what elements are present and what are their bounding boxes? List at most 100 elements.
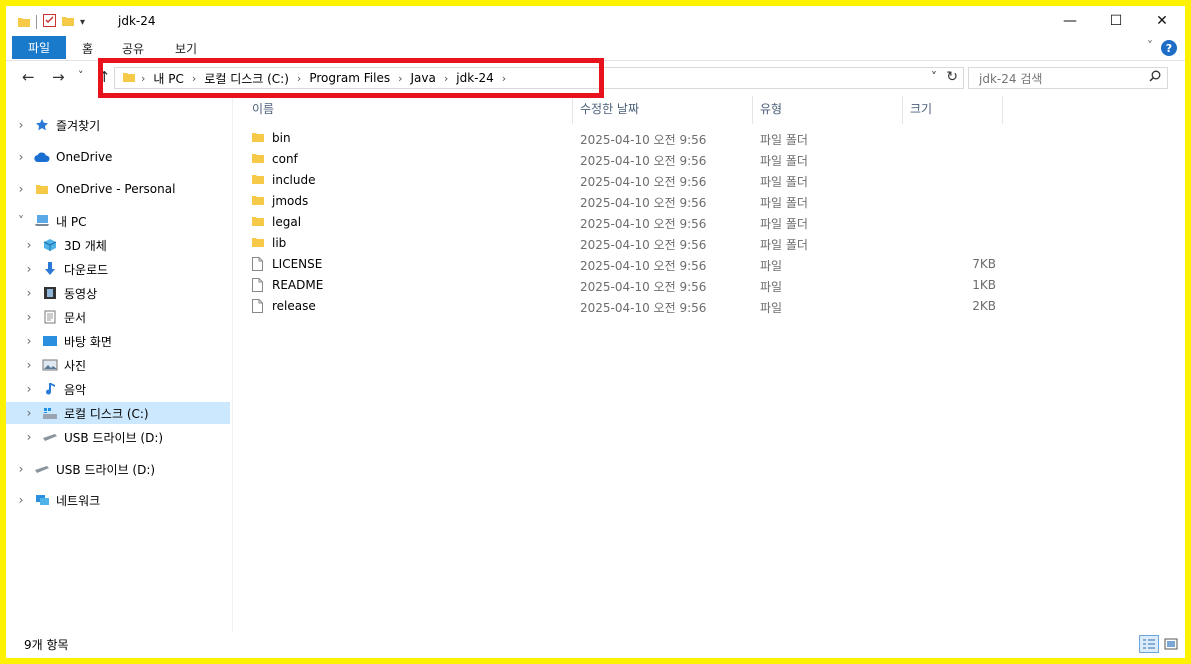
sidebar-item-videos[interactable]: › 동영상 <box>6 282 230 304</box>
file-date: 2025-04-10 오전 9:56 <box>580 133 707 147</box>
refresh-icon[interactable]: ↻ <box>946 69 958 85</box>
file-row[interactable]: lib 2025-04-10 오전 9:56 파일 폴더 <box>246 233 1006 254</box>
column-header-type[interactable]: 유형 <box>760 100 782 117</box>
sidebar-item-downloads[interactable]: › 다운로드 <box>6 258 230 280</box>
music-icon <box>42 381 58 397</box>
column-divider[interactable] <box>902 96 903 124</box>
forward-button[interactable]: → <box>52 68 65 86</box>
minimize-button[interactable]: — <box>1047 6 1093 36</box>
sidebar-item-pictures[interactable]: › 사진 <box>6 354 230 376</box>
title-bar: ▾ jdk-24 — ☐ ✕ <box>6 6 1185 36</box>
sidebar-item-3d-objects[interactable]: › 3D 개체 <box>6 234 230 256</box>
chevron-right-icon[interactable]: › <box>24 310 34 324</box>
address-dropdown-icon[interactable]: ˅ <box>931 70 937 84</box>
breadcrumb-separator[interactable]: › <box>396 72 404 85</box>
chevron-right-icon[interactable]: › <box>24 430 34 444</box>
file-row[interactable]: legal 2025-04-10 오전 9:56 파일 폴더 <box>246 212 1006 233</box>
chevron-right-icon[interactable]: › <box>24 382 34 396</box>
sidebar-item-local-disk[interactable]: › 로컬 디스크 (C:) <box>6 402 230 424</box>
breadcrumb-separator[interactable]: › <box>295 72 303 85</box>
chevron-right-icon[interactable]: › <box>16 118 26 132</box>
chevron-right-icon[interactable]: › <box>24 406 34 420</box>
chevron-right-icon[interactable]: › <box>24 334 34 348</box>
up-button[interactable]: ↑ <box>98 68 111 86</box>
folder-icon <box>252 215 264 230</box>
sidebar-item-quick-access[interactable]: › 즐겨찾기 <box>6 114 230 136</box>
tab-home[interactable]: 홈 <box>82 40 93 57</box>
column-divider[interactable] <box>752 96 753 124</box>
file-row[interactable]: LICENSE 2025-04-10 오전 9:56 파일 7KB <box>246 254 1006 275</box>
expand-ribbon-icon[interactable]: ˅ <box>1147 39 1153 53</box>
tab-file[interactable]: 파일 <box>12 36 66 59</box>
breadcrumb-item-java[interactable]: Java <box>405 71 442 85</box>
file-date: 2025-04-10 오전 9:56 <box>580 301 707 315</box>
column-header-size[interactable]: 크기 <box>910 100 932 117</box>
chevron-right-icon[interactable]: › <box>24 262 34 276</box>
chevron-right-icon[interactable]: › <box>16 493 26 507</box>
toolbar-divider <box>36 15 37 29</box>
column-header-date[interactable]: 수정한 날짜 <box>580 100 639 117</box>
chevron-down-icon[interactable]: ˅ <box>16 214 26 228</box>
sidebar-item-this-pc[interactable]: ˅ 내 PC <box>6 210 230 232</box>
properties-icon[interactable] <box>43 14 56 30</box>
chevron-right-icon[interactable]: › <box>16 182 26 196</box>
sidebar-item-usb-drive-root[interactable]: › USB 드라이브 (D:) <box>6 458 230 480</box>
breadcrumb-item-this-pc[interactable]: 내 PC <box>147 70 189 87</box>
file-date: 2025-04-10 오전 9:56 <box>580 175 707 189</box>
file-row[interactable]: bin 2025-04-10 오전 9:56 파일 폴더 <box>246 128 1006 149</box>
sidebar-item-desktop[interactable]: › 바탕 화면 <box>6 330 230 352</box>
sidebar-item-usb-drive[interactable]: › USB 드라이브 (D:) <box>6 426 230 448</box>
search-input[interactable] <box>977 69 1141 89</box>
breadcrumb-separator[interactable]: › <box>442 72 450 85</box>
breadcrumb-item-program-files[interactable]: Program Files <box>303 71 396 85</box>
tab-share[interactable]: 공유 <box>122 40 144 57</box>
breadcrumb-item-local-disk[interactable]: 로컬 디스크 (C:) <box>198 70 295 87</box>
address-bar[interactable]: › 내 PC › 로컬 디스크 (C:) › Program Files › J… <box>114 67 964 89</box>
sidebar-item-label: 음악 <box>64 382 87 397</box>
chevron-right-icon[interactable]: › <box>24 358 34 372</box>
file-row[interactable]: jmods 2025-04-10 오전 9:56 파일 폴더 <box>246 191 1006 212</box>
back-button[interactable]: ← <box>22 68 35 86</box>
maximize-button[interactable]: ☐ <box>1093 6 1139 36</box>
sidebar-item-documents[interactable]: › 문서 <box>6 306 230 328</box>
sidebar-item-onedrive-personal[interactable]: › OneDrive - Personal <box>6 178 230 200</box>
chevron-right-icon[interactable]: › <box>24 238 34 252</box>
breadcrumb-item-jdk-24[interactable]: jdk-24 <box>450 71 500 85</box>
file-name: jmods <box>272 194 309 208</box>
file-row[interactable]: conf 2025-04-10 오전 9:56 파일 폴더 <box>246 149 1006 170</box>
breadcrumb-separator[interactable]: › <box>139 72 147 85</box>
column-divider[interactable] <box>1002 96 1003 124</box>
file-name: README <box>272 278 324 292</box>
item-count: 9개 항목 <box>24 638 69 652</box>
breadcrumb-separator[interactable]: › <box>500 72 508 85</box>
chevron-right-icon[interactable]: › <box>16 150 26 164</box>
file-row[interactable]: README 2025-04-10 오전 9:56 파일 1KB <box>246 275 1006 296</box>
recent-locations-button[interactable]: ˅ <box>78 69 84 82</box>
new-folder-icon[interactable] <box>62 15 74 30</box>
file-type: 파일 <box>760 280 783 294</box>
file-row[interactable]: release 2025-04-10 오전 9:56 파일 2KB <box>246 296 1006 317</box>
sidebar-item-music[interactable]: › 음악 <box>6 378 230 400</box>
sidebar-item-label: 다운로드 <box>64 262 109 277</box>
details-view-button[interactable] <box>1139 635 1159 653</box>
customize-toolbar-icon[interactable]: ▾ <box>80 17 85 28</box>
file-row[interactable]: include 2025-04-10 오전 9:56 파일 폴더 <box>246 170 1006 191</box>
chevron-right-icon[interactable]: › <box>24 286 34 300</box>
breadcrumb-separator[interactable]: › <box>190 72 198 85</box>
column-header-name[interactable]: 이름 <box>252 100 274 117</box>
breadcrumb: › 내 PC › 로컬 디스크 (C:) › Program Files › J… <box>115 70 508 87</box>
sidebar-item-label: 즐겨찾기 <box>56 118 101 133</box>
sidebar-item-label: OneDrive <box>56 150 113 164</box>
sidebar-item-network[interactable]: › 네트워크 <box>6 489 230 511</box>
chevron-right-icon[interactable]: › <box>16 462 26 476</box>
column-divider[interactable] <box>572 96 573 124</box>
file-date: 2025-04-10 오전 9:56 <box>580 259 707 273</box>
tab-view[interactable]: 보기 <box>175 40 197 57</box>
help-button[interactable]: ? <box>1161 40 1177 56</box>
search-box[interactable] <box>968 67 1168 89</box>
sidebar-item-onedrive[interactable]: › OneDrive <box>6 146 230 168</box>
search-icon[interactable] <box>1149 70 1161 86</box>
close-button[interactable]: ✕ <box>1139 6 1185 36</box>
file-name: include <box>272 173 316 187</box>
large-icons-view-button[interactable] <box>1161 635 1181 653</box>
